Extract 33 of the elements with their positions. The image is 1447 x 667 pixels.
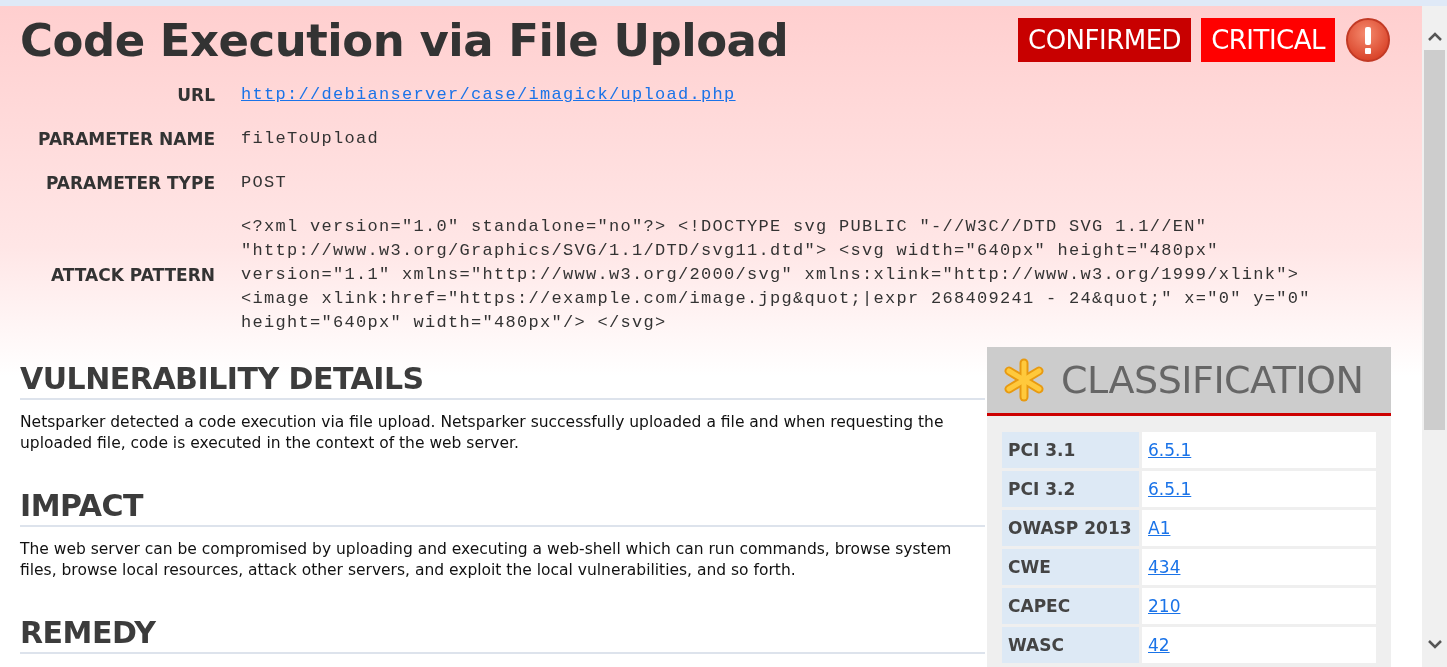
status-label: CONFIRMED bbox=[1018, 18, 1192, 62]
scroll-up-icon[interactable] bbox=[1427, 32, 1442, 42]
field-value: POST bbox=[241, 172, 288, 194]
alert-icon bbox=[1345, 17, 1391, 63]
standard-name: OWASP 2013 bbox=[1002, 510, 1139, 546]
scrollbar-thumb[interactable] bbox=[1424, 50, 1445, 430]
reference-link[interactable]: 6.5.1 bbox=[1148, 479, 1192, 499]
standard-name: PCI 3.1 bbox=[1002, 432, 1139, 468]
section-heading: REMEDY bbox=[20, 615, 985, 654]
reference-link[interactable]: A1 bbox=[1148, 518, 1171, 538]
section-text: Netsparker detected a code execution via file upload. Netsparker successfully uploaded a file and when requesting the uploaded file, code is executed in the context of the web server. bbox=[20, 412, 945, 454]
section-text: The web server can be compromised by uploading and executing a web-shell which can run commands, browse system files, browse local resources, attack other servers, and exploit the local vulnerabilities, and so forth. bbox=[20, 539, 953, 581]
panel-title: CLASSIFICATION bbox=[1061, 358, 1364, 402]
section-heading: VULNERABILITY DETAILS bbox=[20, 361, 985, 400]
standard-name: CWE bbox=[1002, 549, 1139, 585]
reference-link[interactable]: 434 bbox=[1148, 557, 1181, 577]
standard-name: WASC bbox=[1002, 627, 1139, 663]
section-heading: IMPACT bbox=[20, 488, 985, 527]
url-link[interactable]: http://debianserver/case/imagick/upload.php bbox=[241, 85, 736, 104]
reference-link[interactable]: 42 bbox=[1148, 635, 1170, 655]
standard-name: CAPEC bbox=[1002, 588, 1139, 624]
field-label: URL bbox=[177, 85, 215, 105]
field-label: ATTACK PATTERN bbox=[50, 265, 215, 285]
reference-link[interactable]: 210 bbox=[1148, 596, 1181, 616]
field-label: PARAMETER TYPE bbox=[45, 173, 215, 193]
field-label: PARAMETER NAME bbox=[38, 129, 215, 149]
reference-link[interactable]: 6.5.1 bbox=[1148, 440, 1192, 460]
field-value: <?xml version="1.0" standalone="no"?> <!DOCTYPE svg PUBLIC "-//W3C//DTD SVG 1.1//EN" "http://www.w3.org/Graphics/SVG/1.1/DTD/svg11.dtd"> <svg width="640px" height="480px" version="1.1" xmlns="http://www.w3.org/2000/svg" xmlns:xlink="http://www.w3.org/1999/xlink"> <image xlink:href="https://example.com/image.jpg&quot;|expr 268409241 - 24&quot;" x="0" y="0" height="640px" width="480px"/> </svg> bbox=[241, 216, 1312, 334]
scroll-down-icon[interactable] bbox=[1427, 639, 1442, 649]
status-label: CRITICAL bbox=[1201, 18, 1335, 62]
standard-name: PCI 3.2 bbox=[1002, 471, 1139, 507]
field-value: fileToUpload bbox=[241, 128, 381, 150]
page-title: Code Execution via File Upload bbox=[20, 14, 789, 67]
